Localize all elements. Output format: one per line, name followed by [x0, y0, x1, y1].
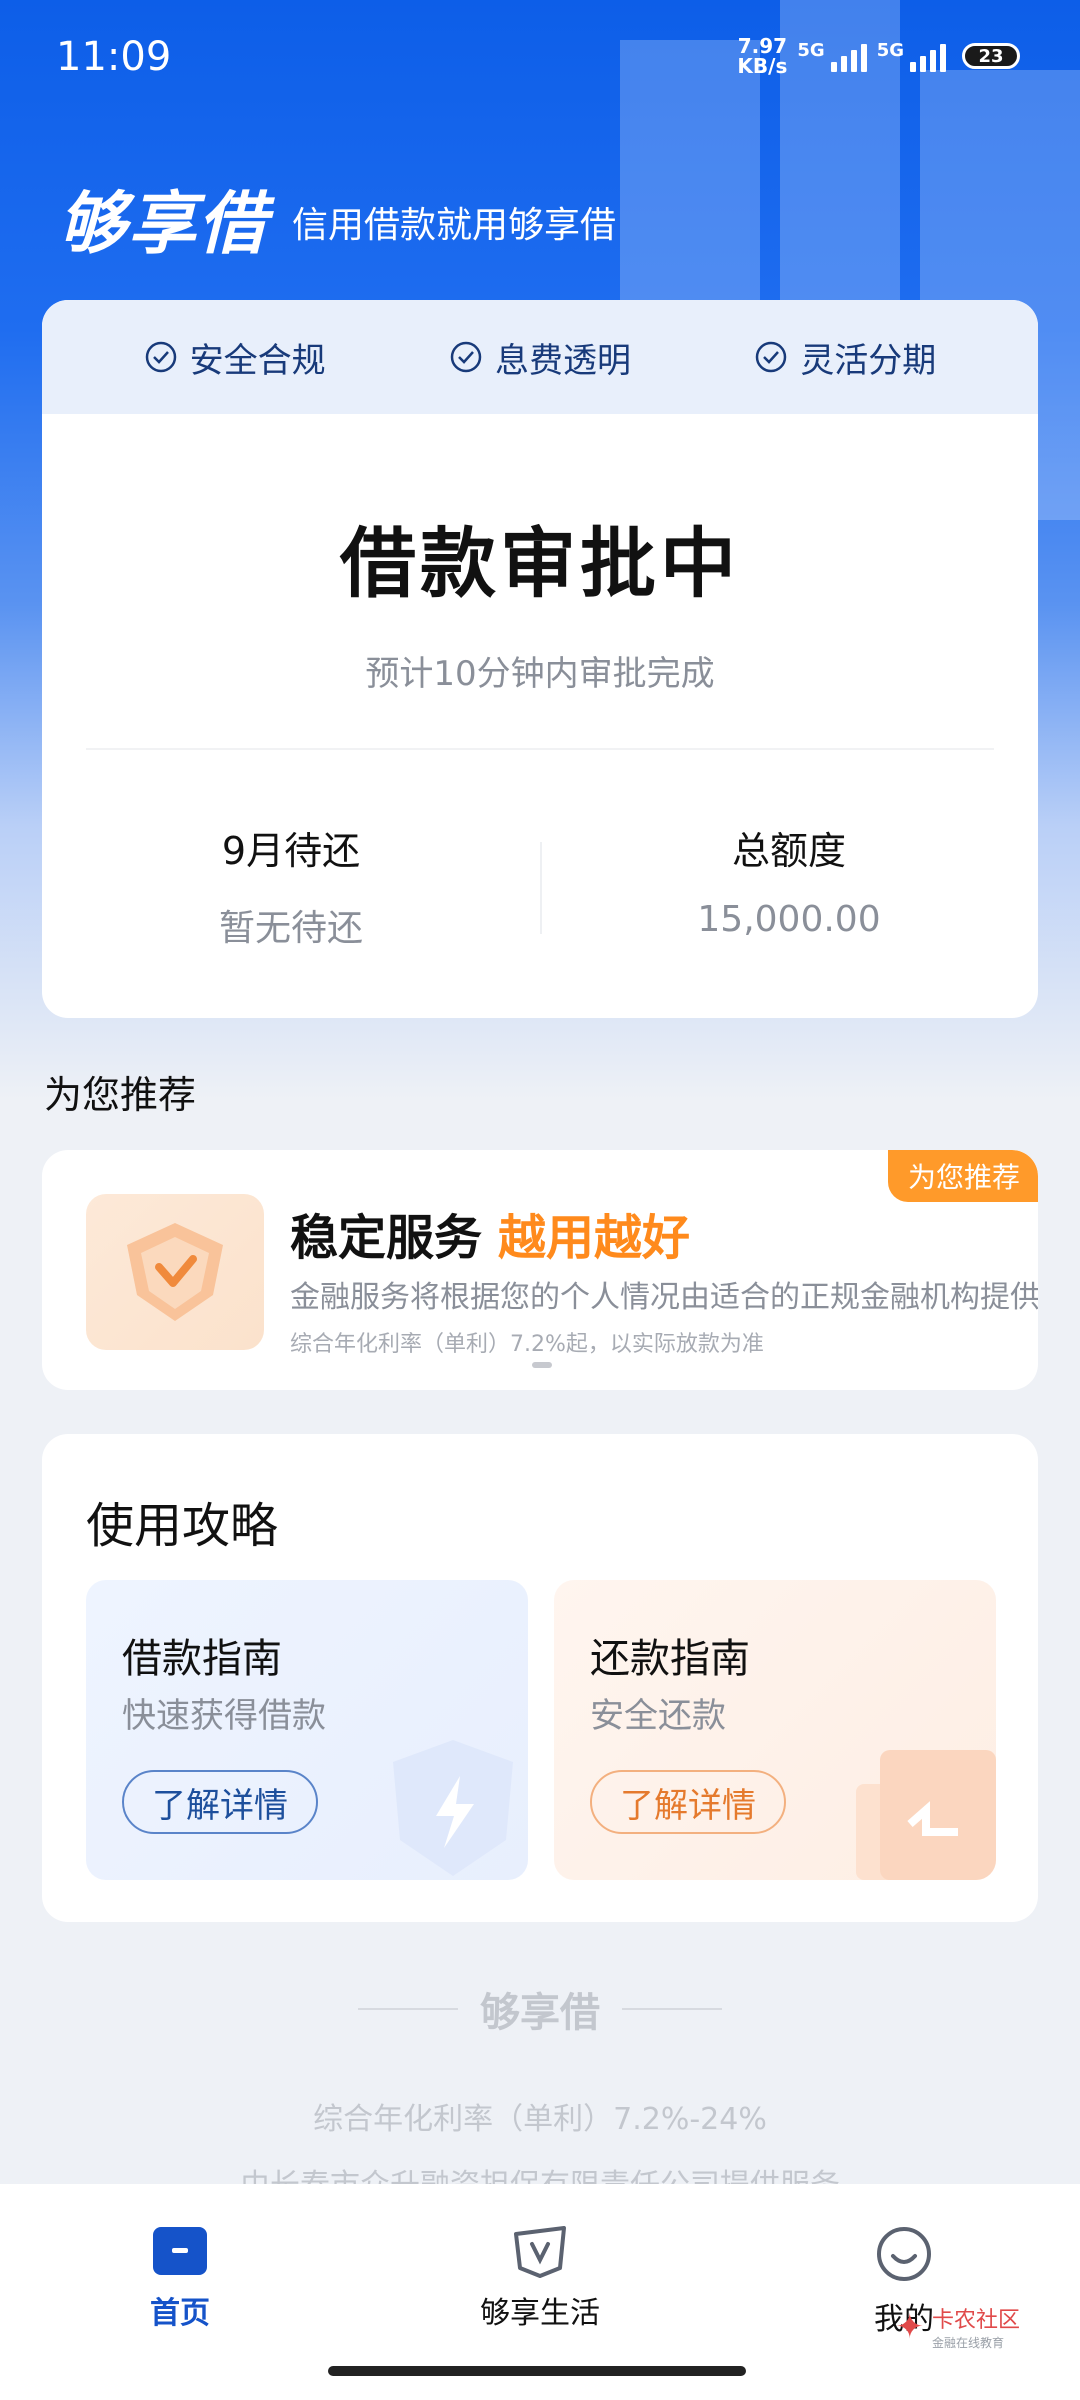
home-indicator[interactable] — [328, 2366, 746, 2376]
loan-guide-tile[interactable]: 借款指南 快速获得借款 了解详情 — [86, 1580, 528, 1880]
battery-icon: 23 — [962, 43, 1020, 69]
repay-guide-details-button[interactable]: 了解详情 — [590, 1770, 786, 1834]
recommend-description: 金融服务将根据您的个人情况由适合的正规金融机构提供 — [290, 1280, 1038, 1315]
badge-transparent-fees: 息费透明 — [449, 333, 631, 382]
recommend-section-title: 为您推荐 — [44, 1073, 197, 1117]
total-limit[interactable]: 总额度 15,000.00 — [540, 820, 1038, 951]
status-icons: 7.97 KB/s 5G 5G 23 — [737, 36, 1020, 76]
status-time: 11:09 — [56, 34, 172, 80]
divider — [540, 842, 542, 934]
life-icon — [440, 2224, 640, 2278]
shield-badge-icon — [86, 1194, 264, 1350]
pending-repayment[interactable]: 9月待还 暂无待还 — [42, 820, 540, 951]
loan-guide-details-button[interactable]: 了解详情 — [122, 1770, 318, 1834]
footer: 够享借 综合年化利率（单利）7.2%-24% 由长春市众升融资担保有限责任公司提… — [0, 1980, 1080, 2204]
signal-icon: 5G — [797, 40, 867, 72]
brand-slogan: 信用借款就用够享借 — [292, 204, 617, 246]
watermark-logo-icon: ✦ — [895, 2306, 924, 2347]
trust-badges: 安全合规 息费透明 灵活分期 — [42, 300, 1038, 414]
footer-rate: 综合年化利率（单利）7.2%-24% — [313, 2102, 767, 2137]
badge-installments: 灵活分期 — [754, 333, 936, 382]
check-circle-icon — [145, 341, 176, 373]
repay-guide-tile[interactable]: 还款指南 安全还款 了解详情 — [554, 1580, 996, 1880]
recommend-tag: 为您推荐 — [887, 1150, 1038, 1202]
carousel-indicator — [532, 1362, 552, 1368]
wallet-icon — [856, 1750, 996, 1880]
net-speed: 7.97 KB/s — [737, 34, 788, 78]
home-icon — [80, 2224, 280, 2278]
profile-icon — [804, 2224, 1004, 2284]
watermark: ✦ 卡农社区 金融在线教育 — [895, 2306, 1020, 2351]
badge-compliance: 安全合规 — [144, 333, 326, 382]
signal-icon: 5G — [877, 40, 946, 72]
loan-status-card: 安全合规 息费透明 灵活分期 借款审批中 预计10分钟内审批完成 9月待还 暂无… — [42, 300, 1038, 1018]
brand-header: 够享借 信用借款就用够享借 — [58, 168, 616, 267]
usage-guide-card: 使用攻略 借款指南 快速获得借款 了解详情 还款指南 安全还款 了解详情 — [42, 1434, 1038, 1922]
status-bar: 11:09 7.97 KB/s 5G 5G 23 — [0, 0, 1080, 120]
guide-title: 使用攻略 — [86, 1498, 279, 1554]
check-circle-icon — [756, 341, 787, 373]
tab-home[interactable]: 首页 — [80, 2224, 280, 2332]
footer-brand: 够享借 — [480, 1990, 600, 2036]
recommendation-card[interactable]: 为您推荐 稳定服务 越用越好 金融服务将根据您的个人情况由适合的正规金融机构提供 … — [42, 1150, 1038, 1390]
approval-status-subtitle: 预计10分钟内审批完成 — [365, 654, 715, 694]
brand-logo: 够享借 — [58, 185, 269, 264]
divider — [86, 748, 994, 750]
recommend-rate-note: 综合年化利率（单利）7.2%起，以实际放款为准 — [290, 1332, 764, 1357]
recommend-title: 稳定服务 越用越好 — [290, 1210, 691, 1266]
check-circle-icon — [450, 341, 482, 373]
lightning-shield-icon — [393, 1740, 513, 1876]
approval-status-title: 借款审批中 — [340, 519, 740, 608]
tab-life[interactable]: 够享生活 — [440, 2224, 640, 2332]
